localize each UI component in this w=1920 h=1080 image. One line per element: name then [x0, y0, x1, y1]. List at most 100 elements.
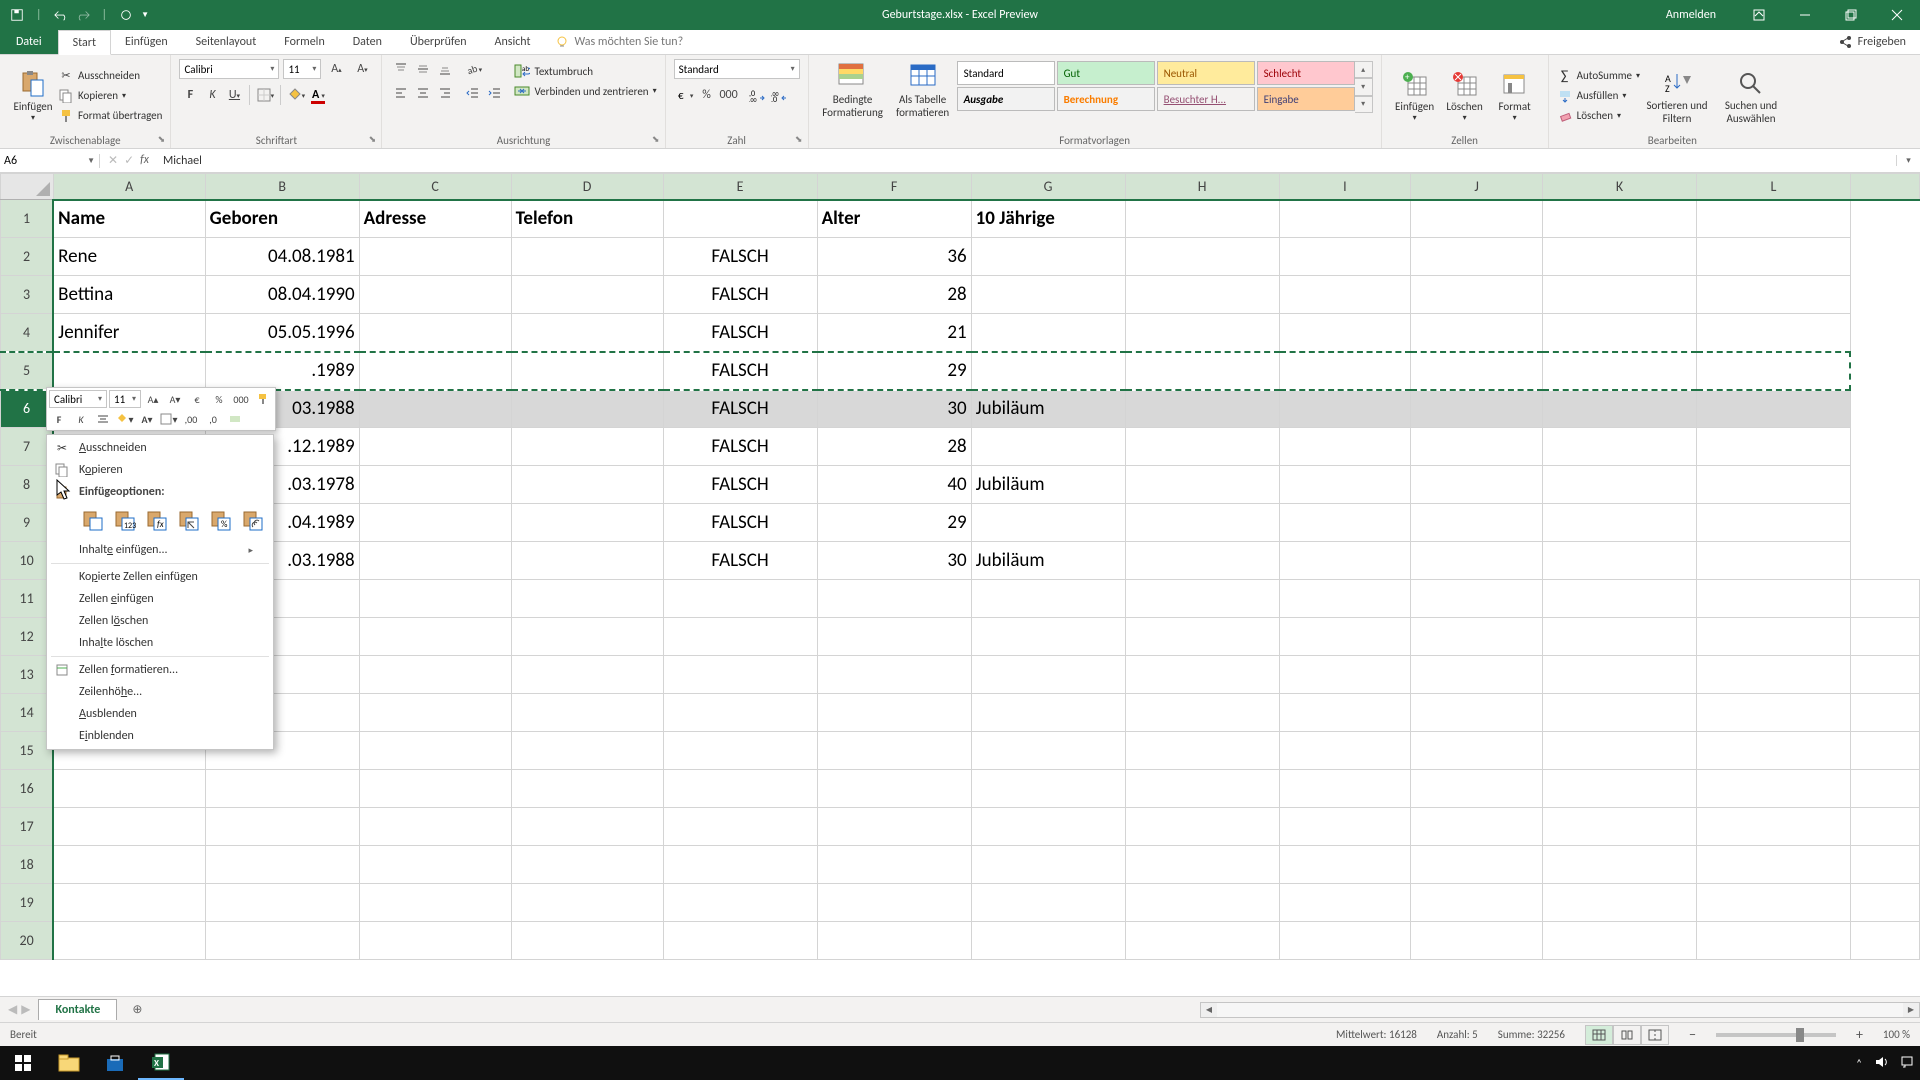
- touchmode-icon[interactable]: [119, 8, 133, 22]
- cell-F6[interactable]: 30: [817, 390, 971, 428]
- style-standard[interactable]: Standard: [957, 61, 1055, 85]
- cell-F5[interactable]: 29: [817, 352, 971, 390]
- col-header-I[interactable]: I: [1279, 174, 1411, 200]
- merge-center-button[interactable]: Verbinden und zentrieren ▾: [514, 81, 656, 101]
- col-header-C[interactable]: C: [359, 174, 511, 200]
- mini-fill-color[interactable]: ▾: [115, 410, 135, 428]
- share-button[interactable]: Freigeben: [1824, 30, 1920, 54]
- cell-E8[interactable]: FALSCH: [663, 466, 817, 504]
- row-header-18[interactable]: 18: [1, 846, 54, 884]
- find-select-button[interactable]: Suchen und Auswählen: [1714, 59, 1788, 132]
- undo-icon[interactable]: [54, 8, 68, 22]
- wrap-text-button[interactable]: abTextumbruch: [514, 61, 656, 81]
- taskbar-excel-icon[interactable]: X: [138, 1046, 184, 1080]
- paste-formulas-icon[interactable]: fx: [143, 507, 171, 535]
- shrink-font-icon[interactable]: A▾: [351, 59, 373, 79]
- cell-E4[interactable]: FALSCH: [663, 314, 817, 352]
- sheet-next-icon[interactable]: ▶: [21, 1002, 30, 1017]
- format-painter-button[interactable]: Format übertragen: [58, 106, 162, 126]
- mini-borders[interactable]: ▾: [159, 410, 179, 428]
- grow-font-icon[interactable]: A▴: [325, 59, 347, 79]
- col-header-E[interactable]: E: [663, 174, 817, 200]
- align-middle-icon[interactable]: [412, 59, 434, 79]
- mini-align[interactable]: [93, 410, 113, 428]
- tab-pagelayout[interactable]: Seitenlayout: [182, 30, 271, 54]
- ctx-cut[interactable]: ✂Ausschneiden: [47, 437, 273, 459]
- tell-me[interactable]: Was möchten Sie tun?: [545, 30, 684, 54]
- tab-formulas[interactable]: Formeln: [270, 30, 338, 54]
- col-header-F[interactable]: F: [817, 174, 971, 200]
- sheet-tab-kontakte[interactable]: Kontakte: [38, 999, 117, 1020]
- ctx-insert-cells[interactable]: Zellen einfügen: [47, 588, 273, 610]
- taskbar-explorer-icon[interactable]: [46, 1046, 92, 1080]
- fx-icon[interactable]: fx: [140, 153, 149, 168]
- number-launcher[interactable]: ⬊: [793, 134, 805, 146]
- mini-accounting-icon[interactable]: €: [187, 390, 207, 408]
- ctx-row-height[interactable]: Zeilenhöhe...: [47, 681, 273, 703]
- cell-F10[interactable]: 30: [817, 542, 971, 580]
- row-header-19[interactable]: 19: [1, 884, 54, 922]
- notifications-icon[interactable]: [1900, 1055, 1914, 1072]
- col-header-A[interactable]: A: [53, 174, 205, 200]
- add-sheet-button[interactable]: ⊕: [125, 998, 149, 1022]
- col-header-B[interactable]: B: [205, 174, 359, 200]
- ctx-clear-contents[interactable]: Inhalte löschen: [47, 632, 273, 654]
- mini-italic[interactable]: K: [71, 410, 91, 428]
- increase-decimal-icon[interactable]: ,0,00: [746, 85, 768, 105]
- hscroll-left-icon[interactable]: ◀: [1201, 1003, 1217, 1017]
- cell-A4[interactable]: Jennifer: [53, 314, 205, 352]
- cell-G9[interactable]: [971, 504, 1125, 542]
- conditional-formatting-button[interactable]: Bedingte Formatierung: [817, 59, 889, 121]
- tab-view[interactable]: Ansicht: [481, 30, 545, 54]
- ctx-format-cells[interactable]: Zellen formatieren...: [47, 659, 273, 681]
- styles-scroll[interactable]: ▴▾▾: [1355, 61, 1373, 113]
- paste-link-icon[interactable]: [239, 507, 267, 535]
- ctx-hide[interactable]: Ausblenden: [47, 703, 273, 725]
- cell-E2[interactable]: FALSCH: [663, 238, 817, 276]
- col-header-G[interactable]: G: [971, 174, 1125, 200]
- cell-E10[interactable]: FALSCH: [663, 542, 817, 580]
- cell-F3[interactable]: 28: [817, 276, 971, 314]
- cell-F8[interactable]: 40: [817, 466, 971, 504]
- cell-B4[interactable]: 05.05.1996: [205, 314, 359, 352]
- view-page-layout-icon[interactable]: [1613, 1025, 1641, 1045]
- mini-shrink-icon[interactable]: A▾: [165, 390, 185, 408]
- paste-values-icon[interactable]: 123: [111, 507, 139, 535]
- align-bottom-icon[interactable]: [434, 59, 456, 79]
- zoom-in-icon[interactable]: +: [1856, 1026, 1863, 1043]
- indent-dec-icon[interactable]: [462, 83, 484, 103]
- mini-font-combo[interactable]: Calibri▾: [49, 390, 107, 408]
- mini-font-color[interactable]: A▾: [137, 410, 157, 428]
- formula-input[interactable]: Michael: [157, 154, 1896, 168]
- cell-B2[interactable]: 04.08.1981: [205, 238, 359, 276]
- ctx-copy[interactable]: Kopieren: [47, 459, 273, 481]
- col-header-D[interactable]: D: [511, 174, 663, 200]
- cell-G6[interactable]: Jubiläum: [971, 390, 1125, 428]
- row-header-3[interactable]: 3: [1, 276, 54, 314]
- ribbon-options-icon[interactable]: [1736, 0, 1782, 30]
- tab-insert[interactable]: Einfügen: [111, 30, 182, 54]
- autosum-button[interactable]: ∑AutoSumme ▾: [1557, 66, 1640, 86]
- cell-G8[interactable]: Jubiläum: [971, 466, 1125, 504]
- underline-button[interactable]: U▾: [223, 85, 245, 105]
- tray-volume-icon[interactable]: [1874, 1055, 1888, 1072]
- cut-button[interactable]: ✂Ausschneiden: [58, 66, 162, 86]
- zoom-out-icon[interactable]: −: [1689, 1026, 1696, 1043]
- italic-button[interactable]: K: [201, 85, 223, 105]
- expand-formula-bar[interactable]: ▾: [1896, 155, 1920, 166]
- style-bad[interactable]: Schlecht: [1257, 61, 1355, 85]
- name-box[interactable]: A6▼: [0, 154, 100, 168]
- paste-formatting-icon[interactable]: %: [207, 507, 235, 535]
- cell-F4[interactable]: 21: [817, 314, 971, 352]
- col-header-L[interactable]: L: [1696, 174, 1850, 200]
- zoom-slider[interactable]: [1716, 1033, 1836, 1037]
- cell-E6[interactable]: FALSCH: [663, 390, 817, 428]
- tab-data[interactable]: Daten: [339, 30, 396, 54]
- borders-button[interactable]: ▾: [254, 85, 276, 105]
- ctx-insert-copied[interactable]: Kopierte Zellen einfügen: [47, 566, 273, 588]
- cell-G2[interactable]: [971, 238, 1125, 276]
- accounting-format-icon[interactable]: €▾: [674, 85, 696, 105]
- style-output[interactable]: Ausgabe: [957, 87, 1055, 111]
- taskbar-store-icon[interactable]: [92, 1046, 138, 1080]
- ctx-delete-cells[interactable]: Zellen löschen: [47, 610, 273, 632]
